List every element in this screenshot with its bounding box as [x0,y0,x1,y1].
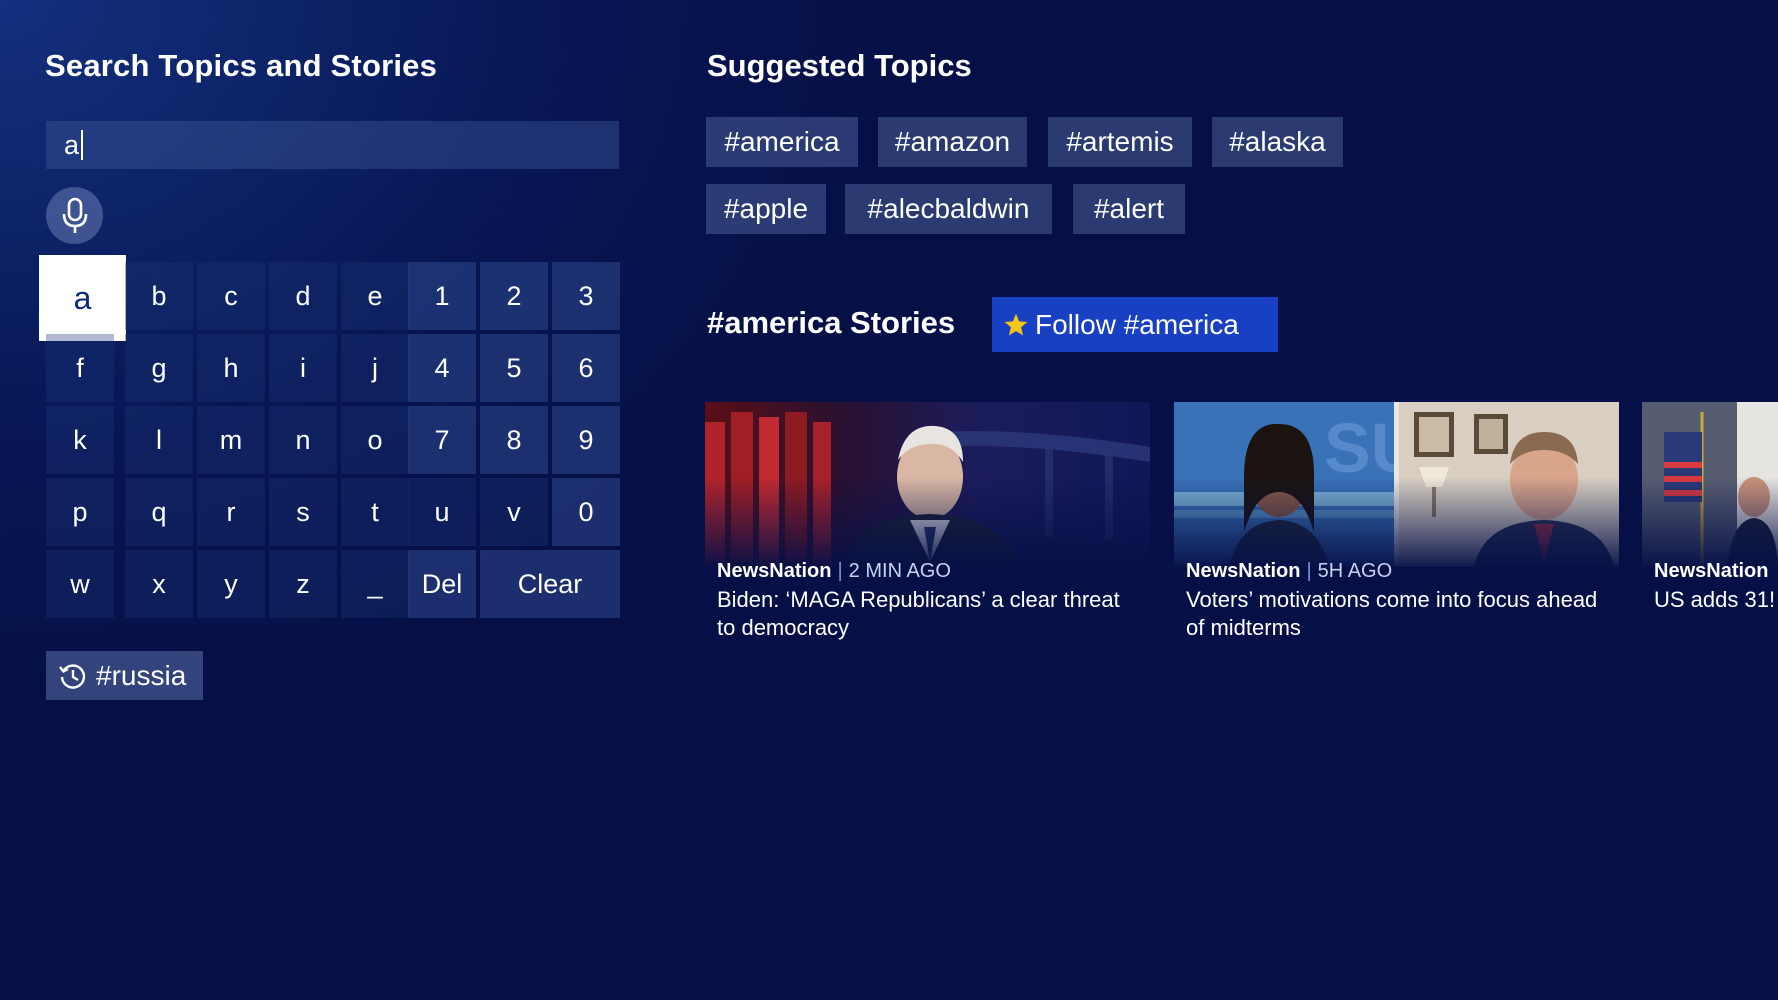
thumbnail-fade [705,477,1150,567]
topic-chip-amazon[interactable]: #amazon [878,117,1027,167]
key-v[interactable]: v [480,478,548,546]
key-4[interactable]: 4 [408,334,476,402]
key-c[interactable]: c [197,262,265,330]
key-x[interactable]: x [125,550,193,618]
topic-chip-alecbaldwin[interactable]: #alecbaldwin [845,184,1052,234]
story-thumbnail [1642,402,1778,567]
recent-search-label: #russia [96,659,187,691]
meta-separator: | [1306,560,1312,582]
microphone-icon [62,197,87,233]
story-headline: Biden: ‘MAGA Republicans’ a clear threat… [717,587,1120,640]
story-card[interactable]: NewsNation US adds 31! [1642,402,1778,657]
voice-search-button[interactable] [46,187,103,244]
story-time: 5H AGO [1317,560,1393,582]
thumbnail-fade [1174,477,1619,567]
follow-topic-label: Follow #america [1035,308,1239,340]
story-meta: NewsNation | 5H AGO [1186,560,1392,583]
story-time: 2 MIN AGO [848,560,951,582]
key-0[interactable]: 0 [552,478,620,546]
key-f[interactable]: f [46,334,114,402]
key-j[interactable]: j [341,334,409,402]
text-caret [81,130,84,160]
key-6[interactable]: 6 [552,334,620,402]
meta-separator: | [837,560,843,582]
key-y[interactable]: y [197,550,265,618]
key-delete[interactable]: Del [408,550,476,618]
story-source: NewsNation [1654,560,1769,582]
key-k[interactable]: k [46,406,114,474]
story-card[interactable]: SU NewsNation | 5H AGO Voters’ motivations… [1174,402,1619,657]
topic-chip-apple[interactable]: #apple [706,184,826,234]
key-e[interactable]: e [341,262,409,330]
key-o[interactable]: o [341,406,409,474]
story-headline: Voters’ motivations come into focus ahea… [1186,587,1598,640]
story-card[interactable]: NewsNation | 2 MIN AGO Biden: ‘MAGA Republ… [705,402,1150,657]
search-title: Search Topics and Stories [45,48,438,83]
key-q[interactable]: q [125,478,193,546]
stories-title: #america Stories [707,305,956,340]
key-m[interactable]: m [197,406,265,474]
suggested-topics-title: Suggested Topics [707,48,972,83]
key-underscore[interactable]: _ [341,550,409,618]
story-thumbnail [705,402,1150,567]
key-p[interactable]: p [46,478,114,546]
story-source: NewsNation [1186,560,1301,582]
key-l[interactable]: l [125,406,193,474]
star-icon [1004,313,1028,335]
topic-chip-artemis[interactable]: #artemis [1048,117,1192,167]
key-n[interactable]: n [269,406,337,474]
on-screen-keyboard: a b c d e 1 2 3 f g h i j 4 5 6 k l m n … [39,255,620,618]
key-h[interactable]: h [197,334,265,402]
recent-search-chip[interactable]: #russia [46,651,204,700]
topic-chip-alaska[interactable]: #alaska [1212,117,1343,167]
topic-chip-america[interactable]: #america [706,117,858,167]
topic-chip-alert[interactable]: #alert [1073,184,1185,234]
key-g[interactable]: g [125,334,193,402]
key-8[interactable]: 8 [480,406,548,474]
key-w[interactable]: w [46,550,114,618]
key-a[interactable]: a [39,255,126,341]
search-input[interactable]: a [46,121,619,169]
story-source: NewsNation [717,560,832,582]
key-2[interactable]: 2 [480,262,548,330]
key-9[interactable]: 9 [552,406,620,474]
key-1[interactable]: 1 [408,262,476,330]
thumbnail-fade [1642,477,1778,567]
key-r[interactable]: r [197,478,265,546]
key-z[interactable]: z [269,550,337,618]
key-i[interactable]: i [269,334,337,402]
follow-topic-button[interactable]: Follow #america [992,297,1278,352]
key-u[interactable]: u [408,478,476,546]
search-query: a [64,129,80,160]
key-b[interactable]: b [125,262,193,330]
key-s[interactable]: s [269,478,337,546]
story-meta: NewsNation | 2 MIN AGO [717,560,951,583]
story-headline: US adds 31! [1654,587,1776,612]
key-7[interactable]: 7 [408,406,476,474]
key-5[interactable]: 5 [480,334,548,402]
key-t[interactable]: t [341,478,409,546]
key-d[interactable]: d [269,262,337,330]
story-thumbnail: SU [1174,402,1619,567]
story-meta: NewsNation [1654,560,1768,583]
history-icon [59,663,86,689]
key-clear[interactable]: Clear [480,550,620,618]
key-3[interactable]: 3 [552,262,620,330]
